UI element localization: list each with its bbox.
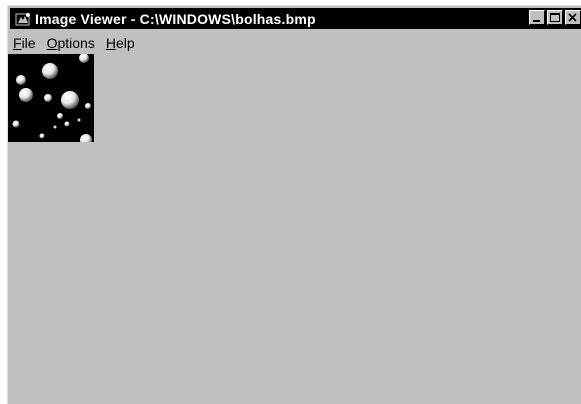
image-viewer-app-icon bbox=[15, 12, 30, 25]
maximize-button[interactable] bbox=[547, 10, 563, 25]
window-controls bbox=[527, 10, 581, 25]
title-bar[interactable]: Image Viewer - C:\WINDOWS\bolhas.bmp bbox=[10, 8, 581, 29]
bubbles-image bbox=[8, 54, 94, 142]
menu-help[interactable]: Help bbox=[101, 35, 141, 51]
menu-file[interactable]: File bbox=[10, 35, 42, 51]
image-display-area bbox=[8, 54, 581, 404]
image-viewer-window: Image Viewer - C:\WINDOWS\bolhas.bmp Fil… bbox=[7, 5, 581, 404]
menu-options[interactable]: Options bbox=[42, 35, 101, 51]
minimize-button[interactable] bbox=[529, 10, 545, 25]
menu-bar: File Options Help bbox=[10, 33, 141, 53]
close-button[interactable] bbox=[565, 10, 581, 25]
window-title: Image Viewer - C:\WINDOWS\bolhas.bmp bbox=[35, 10, 316, 27]
minimize-icon bbox=[533, 20, 540, 22]
close-icon bbox=[568, 13, 577, 22]
maximize-icon bbox=[550, 13, 560, 22]
